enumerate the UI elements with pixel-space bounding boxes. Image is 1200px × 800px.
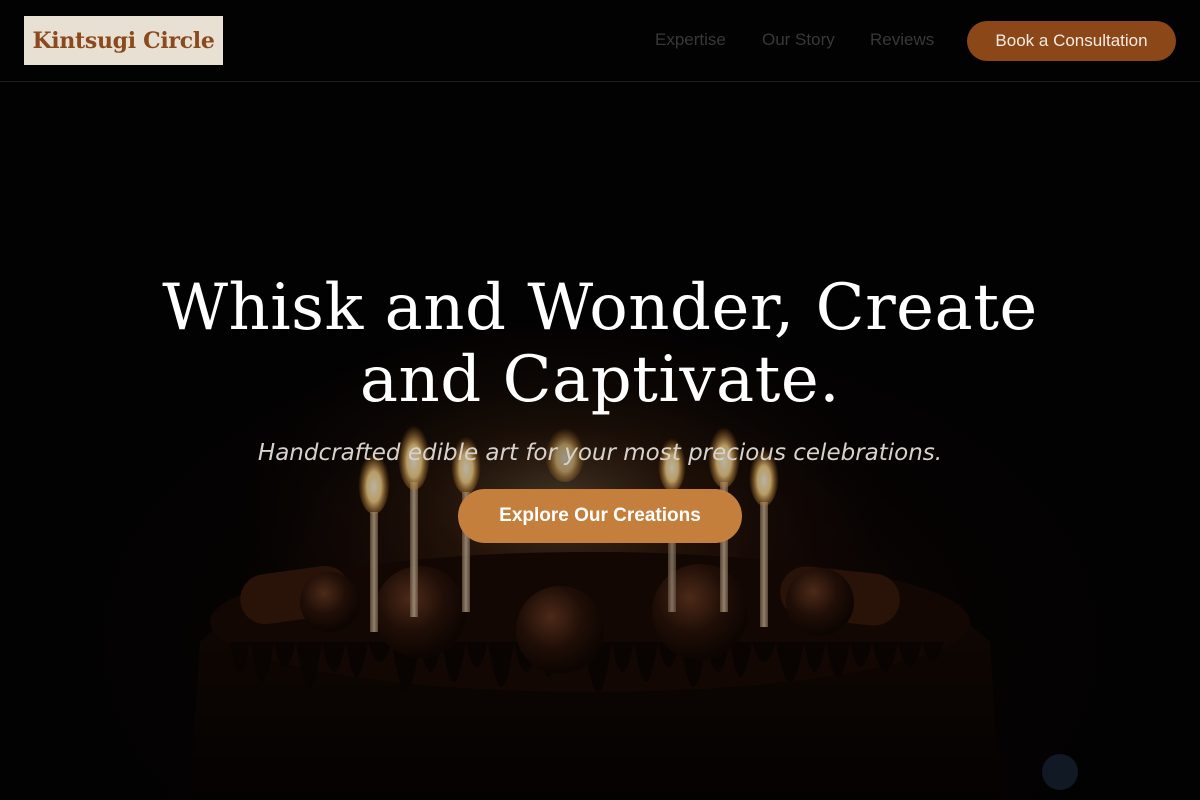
- nav-link-reviews[interactable]: Reviews: [870, 30, 934, 50]
- hero-section: Whisk and Wonder, Create and Captivate. …: [0, 82, 1200, 800]
- hero-subtitle: Handcrafted edible art for your most pre…: [257, 440, 943, 466]
- book-consultation-button[interactable]: Book a Consultation: [967, 21, 1176, 61]
- nav-link-our-story[interactable]: Our Story: [762, 30, 835, 50]
- landing-page: Kintsugi Circle Expertise Our Story Revi…: [0, 0, 1200, 800]
- logo[interactable]: Kintsugi Circle: [24, 16, 223, 65]
- site-header: Kintsugi Circle Expertise Our Story Revi…: [0, 0, 1200, 82]
- hero-title: Whisk and Wonder, Create and Captivate.: [162, 271, 1038, 417]
- explore-creations-button[interactable]: Explore Our Creations: [458, 489, 742, 543]
- nav-link-expertise[interactable]: Expertise: [655, 30, 726, 50]
